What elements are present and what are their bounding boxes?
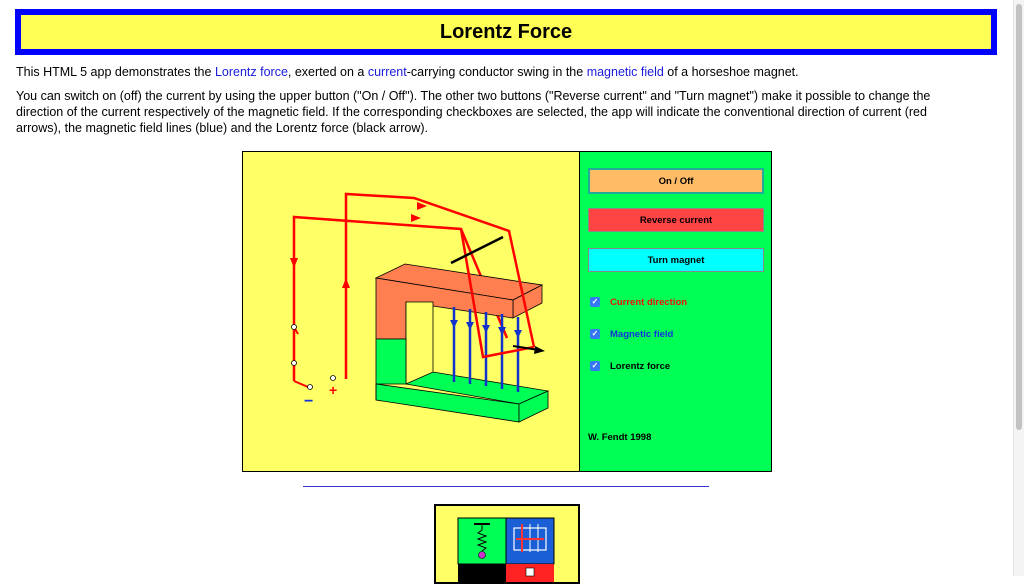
intro-paragraph: This HTML 5 app demonstrates the Lorentz…	[16, 64, 966, 80]
magnetic-field-link[interactable]: magnetic field	[587, 65, 664, 79]
current-arrow-right-top	[411, 214, 421, 222]
horizontal-divider	[303, 486, 709, 487]
current-direction-toggle[interactable]: ✓ Current direction	[590, 295, 687, 309]
lorentz-force-link[interactable]: Lorentz force	[215, 65, 288, 79]
current-direction-label: Current direction	[610, 296, 688, 308]
minus-label: −	[304, 393, 313, 410]
intro-text-1: This HTML 5 app demonstrates the	[16, 65, 215, 79]
page-title-box: Lorentz Force	[15, 9, 997, 55]
current-arrow-down-back	[290, 258, 298, 268]
intro-text-3: -carrying conductor swing in the	[406, 65, 587, 79]
scrollbar-thumb[interactable]	[1016, 4, 1022, 430]
switch-contact-mid	[291, 360, 297, 366]
circuit-switch	[293, 326, 309, 388]
simulation-canvas: − +	[243, 152, 580, 471]
lorentz-force-toggle[interactable]: ✓ Lorentz force	[590, 359, 670, 373]
lorentz-force-checkbox[interactable]: ✓	[590, 361, 600, 371]
terminal-plus	[330, 375, 336, 381]
simulation-drawing: − +	[290, 192, 550, 423]
logo-graphic	[457, 517, 555, 584]
magnetic-field-toggle[interactable]: ✓ Magnetic field	[590, 327, 673, 341]
author-credit: W. Fendt 1998	[588, 432, 652, 443]
current-link[interactable]: current	[368, 65, 407, 79]
control-panel: On / Off Reverse current Turn magnet ✓ C…	[580, 152, 771, 471]
magnet-yoke-inner	[405, 301, 434, 385]
swing-axle	[450, 235, 504, 265]
page-scrollbar[interactable]	[1013, 0, 1024, 576]
plus-label: +	[329, 382, 337, 398]
intro-text-2: , exerted on a	[287, 65, 368, 79]
on-off-button[interactable]: On / Off	[588, 168, 764, 194]
current-direction-checkbox[interactable]: ✓	[590, 297, 600, 307]
magnetic-field-checkbox[interactable]: ✓	[590, 329, 600, 339]
lorentz-force-label: Lorentz force	[610, 360, 671, 372]
magnet-south-left	[375, 338, 407, 385]
current-arrow-up-front	[342, 278, 350, 288]
magnetic-field-label: Magnetic field	[610, 328, 674, 340]
page-title: Lorentz Force	[439, 20, 573, 43]
switch-contact-top	[291, 324, 297, 330]
physics-apps-logo[interactable]	[434, 504, 580, 584]
reverse-current-button[interactable]: Reverse current	[588, 208, 764, 232]
intro-text-4: of a horseshoe magnet.	[663, 65, 799, 79]
description-paragraph: You can switch on (off) the current by u…	[16, 89, 931, 135]
lorentz-force-arrowhead	[534, 346, 545, 354]
terminal-minus	[307, 384, 313, 390]
lorentz-force-app: − + On / Off Reverse current Turn magnet…	[242, 151, 772, 472]
turn-magnet-button[interactable]: Turn magnet	[588, 248, 764, 272]
